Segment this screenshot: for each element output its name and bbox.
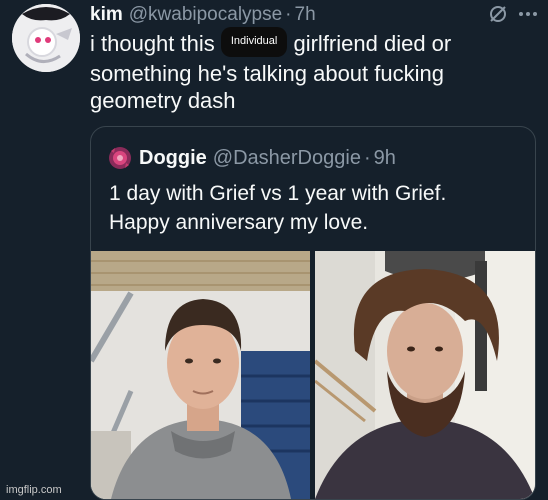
grok-icon[interactable] [488,4,508,24]
quote-avatar-icon[interactable] [107,145,133,171]
display-name[interactable]: kim [90,4,123,26]
photo-left[interactable] [91,251,310,499]
tweet-header: kim @kwabipocalypse · 7h [90,2,538,28]
tweet-text: i thought this Individual girlfriend die… [90,27,530,114]
avatar[interactable] [12,4,80,72]
quote-text: 1 day with Grief vs 1 year with Grief. H… [109,179,529,237]
quote-separator-dot: · [363,146,371,169]
watermark: imgflip.com [6,484,62,496]
quote-header: Doggie @DasherDoggie · 9h [107,145,396,171]
quote-display-name[interactable]: Doggie [139,147,207,170]
timestamp[interactable]: 7h [295,4,316,26]
quote-timestamp[interactable]: 9h [374,147,396,170]
quote-handle[interactable]: @DasherDoggie [213,147,361,170]
quote-text-line1: 1 day with Grief vs 1 year with Grief. [109,182,447,205]
photo-right[interactable] [315,251,535,499]
quote-tweet[interactable]: Doggie @DasherDoggie · 9h 1 day with Gri… [90,126,536,500]
tweet-text-before: i thought this [90,31,215,56]
more-icon[interactable] [516,6,540,22]
user-handle[interactable]: @kwabipocalypse [129,4,282,26]
quote-text-line2: Happy anniversary my love. [109,211,369,234]
separator-dot: · [285,4,292,25]
redaction-label: Individual [220,27,288,58]
